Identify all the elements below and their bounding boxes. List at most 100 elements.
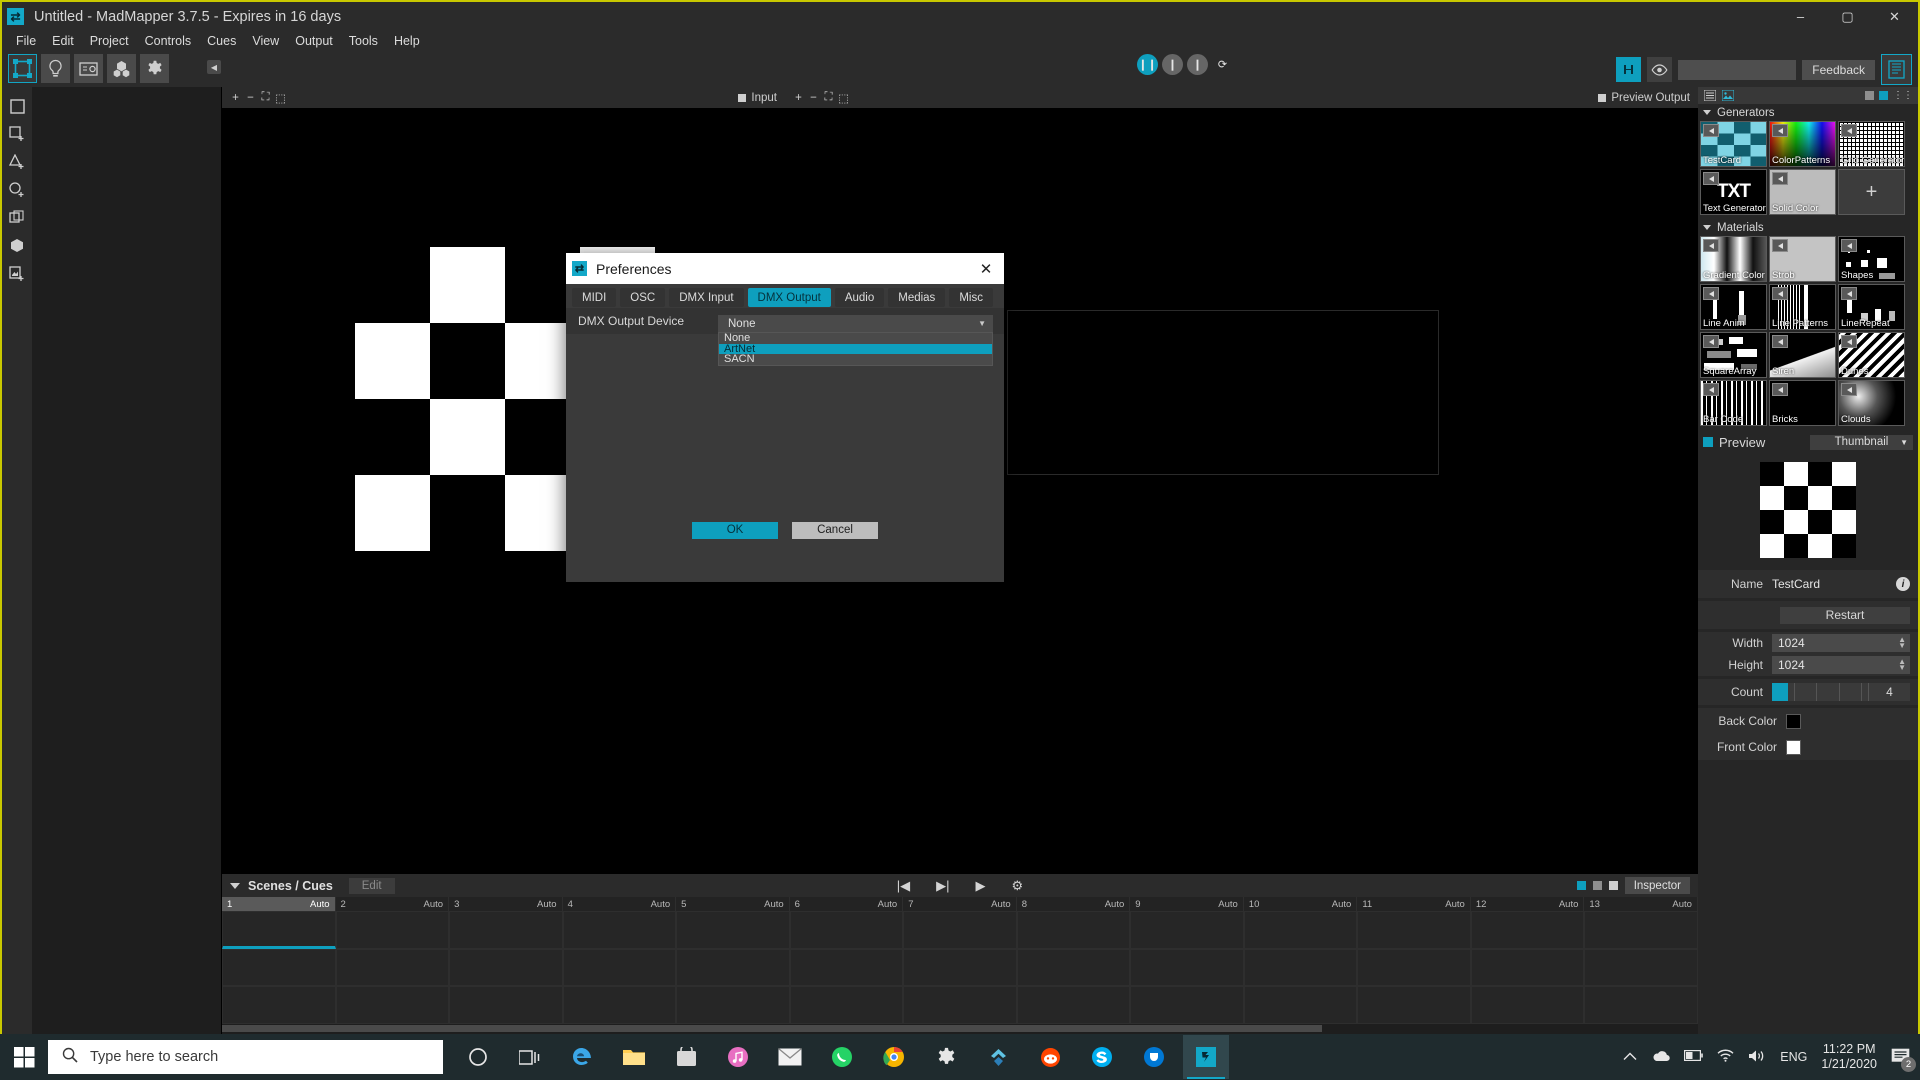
media-thumbnail[interactable]: Line Anim [1700, 284, 1767, 330]
add-quad-icon[interactable] [6, 123, 28, 145]
media-thumbnail[interactable]: Solid Color [1769, 169, 1836, 215]
skype-business-icon[interactable] [1131, 1035, 1177, 1079]
width-input[interactable]: 1024 ▲ ▼ [1772, 634, 1910, 652]
media-thumbnail[interactable]: SquareArray [1700, 332, 1767, 378]
cue-cell[interactable] [562, 911, 677, 949]
media-thumbnail[interactable]: TestCard [1700, 121, 1767, 167]
play-icon[interactable] [1841, 124, 1857, 137]
cue-cell[interactable] [676, 911, 790, 949]
cue-cell[interactable] [1584, 911, 1698, 949]
scenes-view-mode-1[interactable] [1576, 881, 1586, 890]
cue-cell[interactable] [903, 948, 1017, 987]
play-icon[interactable] [1703, 287, 1719, 300]
add-mask-icon[interactable] [6, 207, 28, 229]
media-library-toggle[interactable] [1881, 54, 1912, 85]
cue-column-header[interactable]: 10 Auto [1244, 897, 1358, 911]
media-thumbnail[interactable]: Bricks [1769, 380, 1836, 426]
pause-button[interactable]: ❙❙ [1137, 54, 1158, 75]
scenes-view-mode-3[interactable] [1608, 881, 1618, 890]
cue-cell[interactable] [676, 986, 790, 1025]
start-button[interactable] [0, 1034, 48, 1080]
play-button[interactable]: ▶ [976, 878, 986, 894]
output-frame-icon[interactable]: ⬚ [836, 91, 851, 105]
go-to-end-button[interactable]: ▶| [936, 878, 949, 894]
menu-output[interactable]: Output [287, 33, 341, 49]
dialog-tab-dmx-input[interactable]: DMX Input [669, 288, 744, 307]
panel-layout-toggle-1[interactable] [1865, 91, 1874, 100]
cue-mode[interactable]: Auto [878, 899, 898, 910]
cue-column-header[interactable]: 3 Auto [449, 897, 563, 911]
cue-cell[interactable] [222, 948, 336, 987]
cue-cell[interactable] [1584, 986, 1698, 1025]
itunes-icon[interactable] [715, 1035, 761, 1079]
cue-cell[interactable] [1470, 986, 1585, 1025]
cue-cell[interactable] [789, 986, 904, 1025]
cue-cell[interactable] [1016, 911, 1131, 949]
surfaces-tool-button[interactable] [8, 54, 37, 83]
cue-column-header[interactable]: 13 Auto [1584, 897, 1698, 911]
cue-cell[interactable] [789, 948, 904, 987]
cue-mode[interactable]: Auto [537, 899, 557, 910]
cue-cell[interactable] [335, 986, 450, 1025]
height-stepper[interactable]: ▲ ▼ [1898, 658, 1906, 672]
notifications-icon[interactable]: 2 [1891, 1048, 1916, 1072]
cue-column-header[interactable]: 6 Auto [790, 897, 904, 911]
cue-scrollbar[interactable] [222, 1024, 1698, 1034]
cue-column-header[interactable]: 9 Auto [1130, 897, 1244, 911]
cue-column-header[interactable]: 4 Auto [563, 897, 677, 911]
count-slider[interactable]: 4 [1772, 683, 1910, 701]
cancel-button[interactable]: Cancel [792, 521, 878, 539]
cue-mode[interactable]: Auto [1445, 899, 1465, 910]
media-thumbnail[interactable]: Line Patterns [1769, 284, 1836, 330]
cue-column-header[interactable]: 5 Auto [676, 897, 790, 911]
cue-scrollbar-thumb[interactable] [222, 1025, 1322, 1032]
cue-cell[interactable] [1243, 911, 1358, 949]
media-thumbnail[interactable]: Clouds [1838, 380, 1905, 426]
cue-cell[interactable] [222, 986, 336, 1025]
close-button[interactable]: ✕ [1871, 2, 1918, 31]
cue-cell[interactable] [1357, 948, 1471, 987]
snap-icon[interactable] [1616, 57, 1642, 82]
cue-cell[interactable] [449, 986, 563, 1025]
ok-button[interactable]: OK [692, 521, 778, 539]
select-tool-icon[interactable] [6, 95, 28, 117]
cue-mode[interactable]: Auto [651, 899, 671, 910]
cue-cell[interactable] [1130, 948, 1244, 987]
dialog-tab-dmx-output[interactable]: DMX Output [747, 288, 831, 307]
play-icon[interactable] [1703, 335, 1719, 348]
cue-cell[interactable] [222, 911, 336, 949]
reddit-icon[interactable] [1027, 1035, 1073, 1079]
fixtures-tool-button[interactable] [74, 54, 103, 83]
add-triangle-icon[interactable] [6, 151, 28, 173]
input-zoom-in-icon[interactable]: + [228, 92, 243, 104]
media-thumbnail[interactable]: Dunes [1838, 332, 1905, 378]
preview-enabled-checkbox[interactable] [1703, 437, 1713, 447]
input-fit-icon[interactable]: ⛶ [258, 91, 273, 104]
menu-help[interactable]: Help [386, 33, 428, 49]
play-icon[interactable] [1841, 239, 1857, 252]
option-artnet[interactable]: ArtNet [719, 343, 992, 354]
cue-mode[interactable]: Auto [1332, 899, 1352, 910]
clock[interactable]: 11:22 PM 1/21/2020 [1821, 1042, 1877, 1072]
cue-mode[interactable]: Auto [991, 899, 1011, 910]
cue-column-header[interactable]: 7 Auto [903, 897, 1017, 911]
cue-column-header[interactable]: 2 Auto [336, 897, 450, 911]
cue-mode[interactable]: Auto [424, 899, 444, 910]
resilio-icon[interactable] [975, 1035, 1021, 1079]
cue-cell[interactable] [1584, 948, 1698, 987]
settings-tool-button[interactable] [140, 54, 169, 83]
add-volume-icon[interactable] [6, 235, 28, 257]
add-generator-button[interactable]: + [1838, 169, 1905, 215]
list-view-icon[interactable] [1703, 90, 1716, 102]
microsoft-store-icon[interactable] [663, 1035, 709, 1079]
dialog-tab-midi[interactable]: MIDI [572, 288, 617, 307]
front-color-swatch[interactable] [1786, 739, 1801, 755]
prev-frame-button[interactable]: ❙ [1162, 54, 1183, 75]
cue-column-header[interactable]: 8 Auto [1017, 897, 1131, 911]
play-icon[interactable] [1772, 172, 1788, 185]
output-zoom-out-icon[interactable]: − [806, 92, 821, 104]
output-select[interactable] [1678, 59, 1797, 80]
cue-cell[interactable] [789, 911, 904, 949]
play-icon[interactable] [1703, 383, 1719, 396]
edge-icon[interactable] [559, 1035, 605, 1079]
